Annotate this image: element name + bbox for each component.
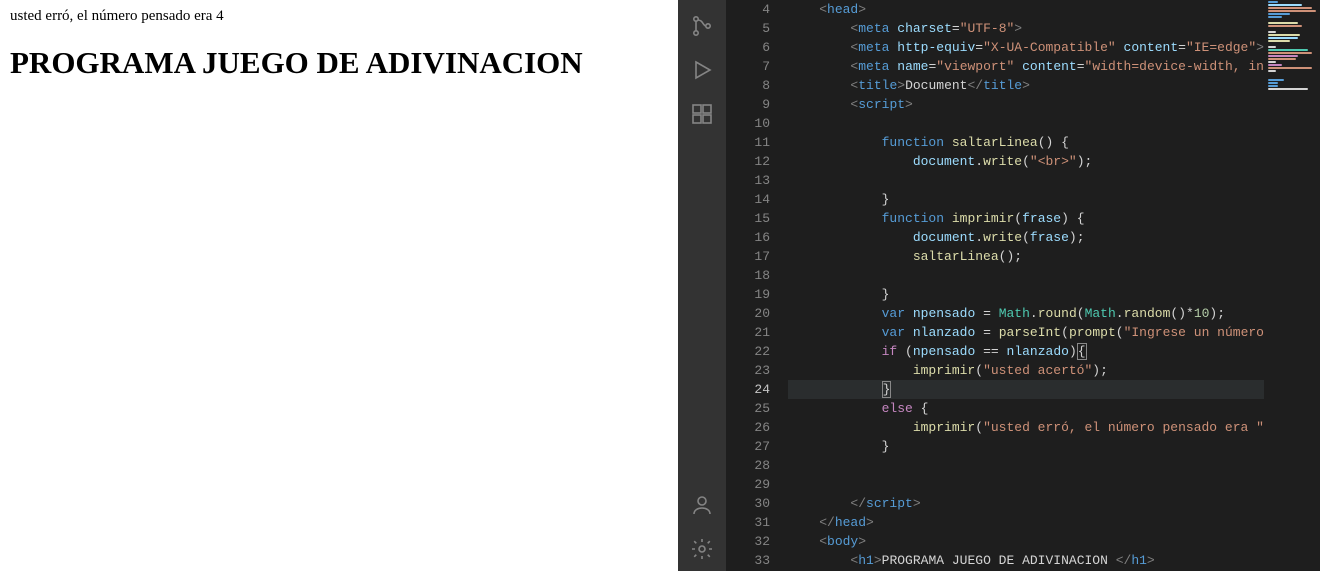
line-number: 32 <box>726 532 770 551</box>
code-area[interactable]: <head> <meta charset="UTF-8"> <meta http… <box>788 0 1320 571</box>
settings-icon[interactable] <box>678 527 726 571</box>
code-line[interactable]: <meta name="viewport" content="width=dev… <box>788 57 1320 76</box>
minimap[interactable] <box>1264 0 1320 571</box>
code-line[interactable]: saltarLinea(); <box>788 247 1320 266</box>
code-line[interactable]: if (npensado == nlanzado){ <box>788 342 1320 361</box>
line-number: 26 <box>726 418 770 437</box>
code-line[interactable] <box>788 456 1320 475</box>
line-gutter: 4567891011121314151617181920212223242526… <box>726 0 788 571</box>
minimap-line <box>1268 55 1298 57</box>
line-number: 10 <box>726 114 770 133</box>
code-line[interactable]: } <box>788 380 1320 399</box>
run-debug-icon[interactable] <box>678 48 726 92</box>
code-line[interactable]: <script> <box>788 95 1320 114</box>
line-number: 11 <box>726 133 770 152</box>
line-number: 17 <box>726 247 770 266</box>
minimap-line <box>1268 34 1300 36</box>
code-line[interactable]: document.write("<br>"); <box>788 152 1320 171</box>
source-control-icon[interactable] <box>678 4 726 48</box>
minimap-line <box>1268 70 1276 72</box>
code-line[interactable]: <h1>PROGRAMA JUEGO DE ADIVINACION </h1> <box>788 551 1320 570</box>
code-line[interactable]: } <box>788 437 1320 456</box>
minimap-line <box>1268 10 1316 12</box>
activity-bar <box>678 0 726 571</box>
code-line[interactable]: function imprimir(frase) { <box>788 209 1320 228</box>
minimap-line <box>1268 1 1278 3</box>
output-heading: PROGRAMA JUEGO DE ADIVINACION <box>10 45 668 81</box>
code-line[interactable]: <meta http-equiv="X-UA-Compatible" conte… <box>788 38 1320 57</box>
extensions-icon[interactable] <box>678 92 726 136</box>
line-number: 30 <box>726 494 770 513</box>
line-number: 20 <box>726 304 770 323</box>
code-line[interactable]: </script> <box>788 494 1320 513</box>
code-line[interactable] <box>788 266 1320 285</box>
minimap-line <box>1268 67 1312 69</box>
line-number: 7 <box>726 57 770 76</box>
minimap-line <box>1268 25 1302 27</box>
line-number: 6 <box>726 38 770 57</box>
line-number: 29 <box>726 475 770 494</box>
line-number: 22 <box>726 342 770 361</box>
line-number: 28 <box>726 456 770 475</box>
line-number: 4 <box>726 0 770 19</box>
minimap-line <box>1268 52 1312 54</box>
minimap-line <box>1268 82 1278 84</box>
code-line[interactable]: </head> <box>788 513 1320 532</box>
code-line[interactable] <box>788 475 1320 494</box>
code-line[interactable]: imprimir("usted acertó"); <box>788 361 1320 380</box>
minimap-line <box>1268 46 1276 48</box>
line-number: 13 <box>726 171 770 190</box>
code-line[interactable]: } <box>788 190 1320 209</box>
minimap-line <box>1268 85 1278 87</box>
line-number: 31 <box>726 513 770 532</box>
browser-preview: usted erró, el número pensado era 4 PROG… <box>0 0 678 571</box>
code-editor[interactable]: 4567891011121314151617181920212223242526… <box>726 0 1320 571</box>
line-number: 25 <box>726 399 770 418</box>
vscode-window: 4567891011121314151617181920212223242526… <box>678 0 1320 571</box>
code-line[interactable]: document.write(frase); <box>788 228 1320 247</box>
code-line[interactable]: <head> <box>788 0 1320 19</box>
line-number: 19 <box>726 285 770 304</box>
code-line[interactable]: <body> <box>788 532 1320 551</box>
line-number: 12 <box>726 152 770 171</box>
line-number: 8 <box>726 76 770 95</box>
code-line[interactable]: } <box>788 285 1320 304</box>
code-line[interactable]: <title>Document</title> <box>788 76 1320 95</box>
line-number: 33 <box>726 551 770 570</box>
line-number: 16 <box>726 228 770 247</box>
minimap-line <box>1268 61 1276 63</box>
minimap-line <box>1268 7 1312 9</box>
minimap-line <box>1268 88 1308 90</box>
line-number: 18 <box>726 266 770 285</box>
minimap-line <box>1268 22 1298 24</box>
line-number: 24 <box>726 380 770 399</box>
code-line[interactable] <box>788 114 1320 133</box>
code-line[interactable] <box>788 171 1320 190</box>
code-line[interactable]: else { <box>788 399 1320 418</box>
code-line[interactable]: <meta charset="UTF-8"> <box>788 19 1320 38</box>
minimap-line <box>1268 31 1276 33</box>
minimap-line <box>1268 13 1290 15</box>
line-number: 27 <box>726 437 770 456</box>
line-number: 5 <box>726 19 770 38</box>
code-line[interactable]: var npensado = Math.round(Math.random()*… <box>788 304 1320 323</box>
line-number: 9 <box>726 95 770 114</box>
line-number: 14 <box>726 190 770 209</box>
line-number: 23 <box>726 361 770 380</box>
minimap-line <box>1268 58 1296 60</box>
code-line[interactable]: function saltarLinea() { <box>788 133 1320 152</box>
account-icon[interactable] <box>678 483 726 527</box>
minimap-line <box>1268 79 1284 81</box>
line-number: 15 <box>726 209 770 228</box>
minimap-line <box>1268 40 1290 42</box>
line-number: 21 <box>726 323 770 342</box>
minimap-line <box>1268 16 1282 18</box>
minimap-line <box>1268 4 1302 6</box>
minimap-line <box>1268 37 1298 39</box>
code-line[interactable]: var nlanzado = parseInt(prompt("Ingrese … <box>788 323 1320 342</box>
output-message: usted erró, el número pensado era 4 <box>10 8 668 25</box>
code-line[interactable]: imprimir("usted erró, el número pensado … <box>788 418 1320 437</box>
minimap-line <box>1268 64 1282 66</box>
minimap-line <box>1268 49 1308 51</box>
